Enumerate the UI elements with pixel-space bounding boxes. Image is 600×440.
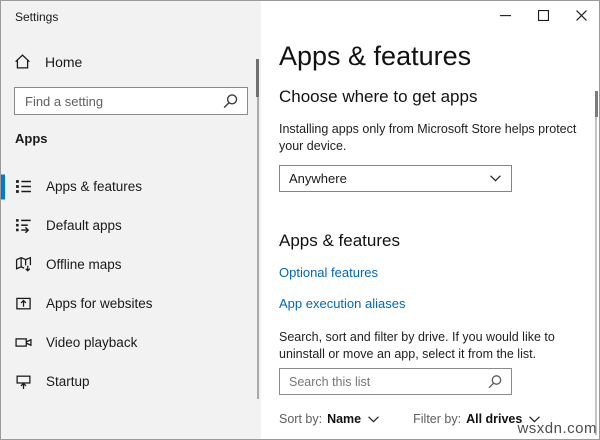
page-title: Apps & features xyxy=(279,41,472,71)
nav-item-label: Startup xyxy=(46,374,90,389)
find-setting-searchbox[interactable] xyxy=(14,87,248,115)
startup-icon xyxy=(16,375,31,389)
sidebar: Settings Home Apps Apps & features xyxy=(1,1,261,439)
app-source-dropdown-value: Anywhere xyxy=(289,171,347,186)
main-content: Apps & features Choose where to get apps… xyxy=(261,1,599,439)
apps-features-icon xyxy=(16,180,31,193)
get-apps-heading: Choose where to get apps xyxy=(279,87,478,106)
close-button[interactable] xyxy=(575,9,587,21)
sidebar-scrollbar-thumb[interactable] xyxy=(256,59,259,97)
sort-by-value[interactable]: Name xyxy=(327,412,361,426)
nav-item-label: Offline maps xyxy=(46,257,122,272)
chevron-down-icon xyxy=(490,175,501,182)
maximize-icon xyxy=(537,9,549,21)
apps-for-websites-icon xyxy=(16,297,31,310)
app-source-dropdown[interactable]: Anywhere xyxy=(279,165,512,192)
content-scrollbar-track[interactable] xyxy=(595,91,597,435)
video-playback-icon xyxy=(15,338,32,347)
app-execution-aliases-link[interactable]: App execution aliases xyxy=(279,296,405,311)
nav-item-label: Apps for websites xyxy=(46,296,153,311)
nav-item-label: Apps & features xyxy=(46,179,143,194)
minimize-icon xyxy=(499,14,511,16)
sidebar-item-startup[interactable]: Startup xyxy=(1,362,257,401)
optional-features-link[interactable]: Optional features xyxy=(279,265,378,280)
sidebar-nav: Apps & features Default apps Offline map… xyxy=(1,167,257,401)
watermark: wsxdn.com xyxy=(517,420,597,437)
settings-window: Settings Home Apps Apps & features xyxy=(0,0,600,440)
minimize-button[interactable] xyxy=(499,9,511,21)
close-icon xyxy=(575,9,587,21)
content-scrollbar-thumb[interactable] xyxy=(595,91,598,117)
sidebar-item-video-playback[interactable]: Video playback xyxy=(1,323,257,362)
selected-accent-bar xyxy=(1,174,5,199)
apps-features-heading: Apps & features xyxy=(279,231,400,250)
filter-by-label: Filter by: xyxy=(413,412,462,426)
get-apps-description: Installing apps only from Microsoft Stor… xyxy=(279,122,577,153)
sidebar-section-apps: Apps xyxy=(15,131,48,146)
sidebar-item-default-apps[interactable]: Default apps xyxy=(1,206,257,245)
chevron-down-icon[interactable] xyxy=(368,415,380,423)
sidebar-item-home[interactable]: Home xyxy=(14,53,82,70)
apps-features-description: Search, sort and filter by drive. If you… xyxy=(279,330,555,361)
window-controls xyxy=(499,9,587,21)
app-list-search-input[interactable] xyxy=(280,374,487,389)
nav-item-label: Default apps xyxy=(46,218,122,233)
search-icon xyxy=(223,93,238,108)
sidebar-scrollbar-track[interactable] xyxy=(257,59,259,399)
nav-item-label: Video playback xyxy=(46,335,138,350)
offline-maps-icon xyxy=(15,256,32,272)
sidebar-item-apps-features[interactable]: Apps & features xyxy=(1,167,257,206)
window-title: Settings xyxy=(15,10,59,24)
maximize-button[interactable] xyxy=(537,9,549,21)
sort-by-label: Sort by: xyxy=(279,412,323,426)
app-list-searchbox[interactable] xyxy=(279,368,512,395)
sidebar-item-offline-maps[interactable]: Offline maps xyxy=(1,245,257,284)
sort-filter-row: Sort by: Name Filter by: All drives xyxy=(279,412,541,426)
default-apps-icon xyxy=(16,219,31,234)
search-icon xyxy=(488,374,502,388)
home-icon xyxy=(15,54,30,69)
sidebar-item-apps-for-websites[interactable]: Apps for websites xyxy=(1,284,257,323)
filter-by-value[interactable]: All drives xyxy=(466,412,522,426)
find-setting-input[interactable] xyxy=(15,93,222,109)
home-label: Home xyxy=(45,53,83,70)
